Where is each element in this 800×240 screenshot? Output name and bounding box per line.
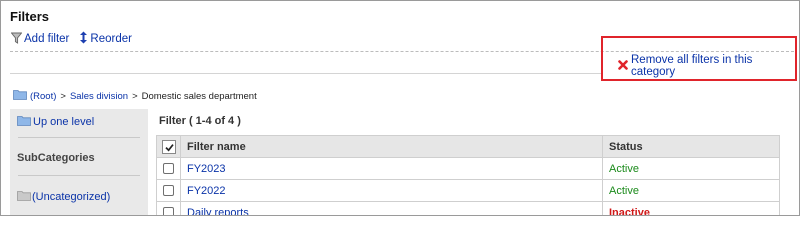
- category-sidebar: Up one level SubCategories (Uncategorize…: [10, 109, 148, 215]
- row-checkbox[interactable]: [163, 207, 174, 215]
- filter-name-link[interactable]: FY2022: [187, 185, 226, 197]
- status-text: Active: [602, 179, 780, 202]
- filter-name-link[interactable]: FY2023: [187, 163, 226, 175]
- up-down-arrow-icon: [79, 31, 90, 47]
- folder-icon: [13, 89, 27, 103]
- remove-all-filters-link[interactable]: Remove all filters in this category: [618, 54, 799, 78]
- section-divider: [10, 73, 601, 74]
- table-row: Daily reports Inactive: [156, 201, 780, 216]
- reorder-label: Reorder: [90, 33, 132, 45]
- add-filter-label: Add filter: [24, 33, 70, 45]
- page-title: Filters: [10, 9, 50, 24]
- filter-count: Filter ( 1-4 of 4 ): [159, 115, 241, 127]
- row-checkbox[interactable]: [163, 163, 174, 175]
- subcategories-heading: SubCategories: [17, 152, 95, 164]
- select-all-cell: [156, 135, 181, 158]
- breadcrumb-separator: >: [132, 90, 138, 102]
- filters-screen: Filters Add filter Reorder Remove all fi…: [0, 0, 800, 216]
- funnel-icon: [10, 32, 24, 47]
- up-one-level-link[interactable]: Up one level: [17, 115, 94, 129]
- column-header-status: Status: [602, 135, 780, 158]
- checkmark-icon: [164, 143, 174, 151]
- toolbar: Add filter Reorder: [10, 31, 142, 47]
- filters-table: Filter name Status FY2023 Active FY2022 …: [156, 135, 780, 216]
- up-one-level-label: Up one level: [33, 116, 95, 128]
- breadcrumb-separator: >: [60, 90, 66, 102]
- sidebar-divider: [18, 137, 140, 138]
- remove-all-filters-label: Remove all filters in this category: [631, 54, 753, 78]
- reorder-link[interactable]: Reorder: [79, 31, 132, 47]
- add-filter-link[interactable]: Add filter: [10, 32, 70, 47]
- folder-icon: [17, 190, 32, 204]
- breadcrumb-sales-division[interactable]: Sales division: [70, 91, 128, 102]
- status-text: Inactive: [602, 201, 780, 215]
- folder-up-icon: [17, 115, 33, 129]
- table-header-row: Filter name Status: [156, 135, 780, 158]
- sidebar-divider: [18, 175, 140, 176]
- status-text: Active: [602, 157, 780, 180]
- uncategorized-link[interactable]: (Uncategorized): [17, 190, 110, 204]
- select-all-checkbox[interactable]: [161, 139, 176, 154]
- breadcrumb: (Root) > Sales division > Domestic sales…: [13, 89, 257, 103]
- red-x-icon: [618, 59, 631, 73]
- filter-name-link[interactable]: Daily reports: [187, 207, 249, 216]
- row-checkbox[interactable]: [163, 185, 174, 197]
- breadcrumb-root[interactable]: (Root): [30, 91, 56, 102]
- uncategorized-label: (Uncategorized): [32, 191, 111, 203]
- breadcrumb-current: Domestic sales department: [141, 90, 257, 102]
- column-header-filter-name: Filter name: [180, 135, 603, 158]
- table-row: FY2022 Active: [156, 179, 780, 202]
- table-row: FY2023 Active: [156, 157, 780, 180]
